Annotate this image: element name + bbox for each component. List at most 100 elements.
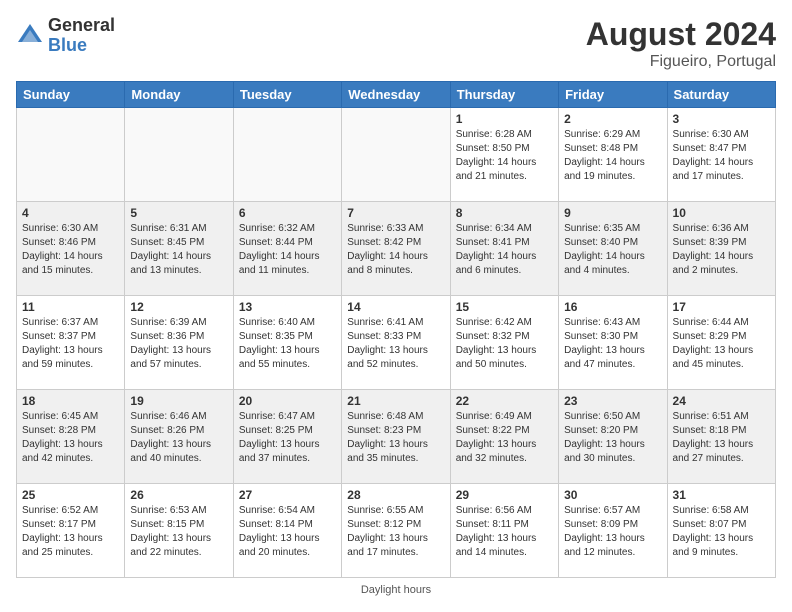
day-info: Sunrise: 6:42 AM Sunset: 8:32 PM Dayligh… — [456, 316, 553, 372]
calendar-table: SundayMondayTuesdayWednesdayThursdayFrid… — [16, 81, 776, 578]
calendar-cell: 13 Sunrise: 6:40 AM Sunset: 8:35 PM Dayli… — [233, 296, 341, 390]
day-number: 26 — [130, 488, 227, 502]
day-number: 4 — [22, 206, 119, 220]
day-info: Sunrise: 6:36 AM Sunset: 8:39 PM Dayligh… — [673, 222, 770, 278]
calendar-header-row: SundayMondayTuesdayWednesdayThursdayFrid… — [17, 82, 776, 108]
day-number: 8 — [456, 206, 553, 220]
calendar-day-header: Tuesday — [233, 82, 341, 108]
calendar-cell — [17, 108, 125, 202]
calendar-cell: 8 Sunrise: 6:34 AM Sunset: 8:41 PM Daylig… — [450, 202, 558, 296]
day-info: Sunrise: 6:33 AM Sunset: 8:42 PM Dayligh… — [347, 222, 444, 278]
day-info: Sunrise: 6:34 AM Sunset: 8:41 PM Dayligh… — [456, 222, 553, 278]
calendar-cell — [342, 108, 450, 202]
calendar-cell: 5 Sunrise: 6:31 AM Sunset: 8:45 PM Daylig… — [125, 202, 233, 296]
day-info: Sunrise: 6:48 AM Sunset: 8:23 PM Dayligh… — [347, 410, 444, 466]
day-info: Sunrise: 6:49 AM Sunset: 8:22 PM Dayligh… — [456, 410, 553, 466]
day-number: 10 — [673, 206, 770, 220]
month-year: August 2024 — [586, 16, 776, 53]
calendar-week-row: 25Sunrise: 6:52 AM Sunset: 8:17 PM Dayli… — [17, 484, 776, 578]
day-number: 2 — [564, 112, 661, 126]
location: Figueiro, Portugal — [586, 53, 776, 71]
day-info: Sunrise: 6:30 AM Sunset: 8:47 PM Dayligh… — [673, 128, 770, 184]
calendar-cell: 17 Sunrise: 6:44 AM Sunset: 8:29 PM Dayli… — [667, 296, 775, 390]
day-number: 1 — [456, 112, 553, 126]
calendar-cell: 11Sunrise: 6:37 AM Sunset: 8:37 PM Dayli… — [17, 296, 125, 390]
day-number: 12 — [130, 300, 227, 314]
day-info: Sunrise: 6:50 AM Sunset: 8:20 PM Dayligh… — [564, 410, 661, 466]
day-number: 22 — [456, 394, 553, 408]
day-info: Sunrise: 6:35 AM Sunset: 8:40 PM Dayligh… — [564, 222, 661, 278]
calendar-cell: 31Sunrise: 6:58 AM Sunset: 8:07 PM Dayli… — [667, 484, 775, 578]
calendar-cell: 3 Sunrise: 6:30 AM Sunset: 8:47 PM Daylig… — [667, 108, 775, 202]
day-info: Sunrise: 6:30 AM Sunset: 8:46 PM Dayligh… — [22, 222, 119, 278]
day-info: Sunrise: 6:43 AM Sunset: 8:30 PM Dayligh… — [564, 316, 661, 372]
day-number: 6 — [239, 206, 336, 220]
calendar-cell — [125, 108, 233, 202]
day-info: Sunrise: 6:46 AM Sunset: 8:26 PM Dayligh… — [130, 410, 227, 466]
calendar-cell: 25Sunrise: 6:52 AM Sunset: 8:17 PM Dayli… — [17, 484, 125, 578]
page: General Blue August 2024 Figueiro, Portu… — [0, 0, 792, 612]
calendar-cell: 2 Sunrise: 6:29 AM Sunset: 8:48 PM Daylig… — [559, 108, 667, 202]
logo-blue: Blue — [48, 35, 87, 55]
calendar-week-row: 11Sunrise: 6:37 AM Sunset: 8:37 PM Dayli… — [17, 296, 776, 390]
day-info: Sunrise: 6:32 AM Sunset: 8:44 PM Dayligh… — [239, 222, 336, 278]
day-info: Sunrise: 6:39 AM Sunset: 8:36 PM Dayligh… — [130, 316, 227, 372]
day-number: 27 — [239, 488, 336, 502]
day-number: 30 — [564, 488, 661, 502]
day-number: 17 — [673, 300, 770, 314]
calendar-cell: 21Sunrise: 6:48 AM Sunset: 8:23 PM Dayli… — [342, 390, 450, 484]
day-info: Sunrise: 6:52 AM Sunset: 8:17 PM Dayligh… — [22, 504, 119, 560]
calendar-cell: 15Sunrise: 6:42 AM Sunset: 8:32 PM Dayli… — [450, 296, 558, 390]
calendar-cell: 28Sunrise: 6:55 AM Sunset: 8:12 PM Dayli… — [342, 484, 450, 578]
day-info: Sunrise: 6:40 AM Sunset: 8:35 PM Dayligh… — [239, 316, 336, 372]
calendar-cell: 16 Sunrise: 6:43 AM Sunset: 8:30 PM Dayli… — [559, 296, 667, 390]
calendar-cell: 23Sunrise: 6:50 AM Sunset: 8:20 PM Dayli… — [559, 390, 667, 484]
day-number: 5 — [130, 206, 227, 220]
calendar-cell: 30 Sunrise: 6:57 AM Sunset: 8:09 PM Dayli… — [559, 484, 667, 578]
calendar-cell: 19 Sunrise: 6:46 AM Sunset: 8:26 PM Dayli… — [125, 390, 233, 484]
day-info: Sunrise: 6:31 AM Sunset: 8:45 PM Dayligh… — [130, 222, 227, 278]
calendar-week-row: 4 Sunrise: 6:30 AM Sunset: 8:46 PM Daylig… — [17, 202, 776, 296]
calendar-cell: 22 Sunrise: 6:49 AM Sunset: 8:22 PM Dayli… — [450, 390, 558, 484]
day-info: Sunrise: 6:55 AM Sunset: 8:12 PM Dayligh… — [347, 504, 444, 560]
logo-icon — [16, 22, 44, 50]
calendar-cell: 14Sunrise: 6:41 AM Sunset: 8:33 PM Dayli… — [342, 296, 450, 390]
logo: General Blue — [16, 16, 115, 56]
day-info: Sunrise: 6:54 AM Sunset: 8:14 PM Dayligh… — [239, 504, 336, 560]
day-number: 19 — [130, 394, 227, 408]
logo-general: General — [48, 15, 115, 35]
day-info: Sunrise: 6:44 AM Sunset: 8:29 PM Dayligh… — [673, 316, 770, 372]
day-info: Sunrise: 6:56 AM Sunset: 8:11 PM Dayligh… — [456, 504, 553, 560]
day-info: Sunrise: 6:29 AM Sunset: 8:48 PM Dayligh… — [564, 128, 661, 184]
footer: Daylight hours — [16, 584, 776, 596]
day-info: Sunrise: 6:51 AM Sunset: 8:18 PM Dayligh… — [673, 410, 770, 466]
header: General Blue August 2024 Figueiro, Portu… — [16, 16, 776, 71]
calendar-day-header: Thursday — [450, 82, 558, 108]
calendar-cell: 9Sunrise: 6:35 AM Sunset: 8:40 PM Daylig… — [559, 202, 667, 296]
day-number: 7 — [347, 206, 444, 220]
day-info: Sunrise: 6:47 AM Sunset: 8:25 PM Dayligh… — [239, 410, 336, 466]
day-number: 14 — [347, 300, 444, 314]
day-info: Sunrise: 6:57 AM Sunset: 8:09 PM Dayligh… — [564, 504, 661, 560]
day-info: Sunrise: 6:58 AM Sunset: 8:07 PM Dayligh… — [673, 504, 770, 560]
calendar-cell: 6 Sunrise: 6:32 AM Sunset: 8:44 PM Daylig… — [233, 202, 341, 296]
calendar-day-header: Sunday — [17, 82, 125, 108]
day-number: 13 — [239, 300, 336, 314]
calendar-cell: 1Sunrise: 6:28 AM Sunset: 8:50 PM Daylig… — [450, 108, 558, 202]
calendar-cell — [233, 108, 341, 202]
calendar-day-header: Monday — [125, 82, 233, 108]
day-number: 3 — [673, 112, 770, 126]
calendar-cell: 18Sunrise: 6:45 AM Sunset: 8:28 PM Dayli… — [17, 390, 125, 484]
calendar-cell: 7 Sunrise: 6:33 AM Sunset: 8:42 PM Daylig… — [342, 202, 450, 296]
calendar-cell: 20Sunrise: 6:47 AM Sunset: 8:25 PM Dayli… — [233, 390, 341, 484]
calendar-day-header: Friday — [559, 82, 667, 108]
calendar-cell: 27 Sunrise: 6:54 AM Sunset: 8:14 PM Dayli… — [233, 484, 341, 578]
calendar-cell: 10 Sunrise: 6:36 AM Sunset: 8:39 PM Dayli… — [667, 202, 775, 296]
day-info: Sunrise: 6:53 AM Sunset: 8:15 PM Dayligh… — [130, 504, 227, 560]
title-block: August 2024 Figueiro, Portugal — [586, 16, 776, 71]
calendar-cell: 12 Sunrise: 6:39 AM Sunset: 8:36 PM Dayli… — [125, 296, 233, 390]
calendar-week-row: 1Sunrise: 6:28 AM Sunset: 8:50 PM Daylig… — [17, 108, 776, 202]
day-number: 16 — [564, 300, 661, 314]
calendar-day-header: Saturday — [667, 82, 775, 108]
day-number: 24 — [673, 394, 770, 408]
